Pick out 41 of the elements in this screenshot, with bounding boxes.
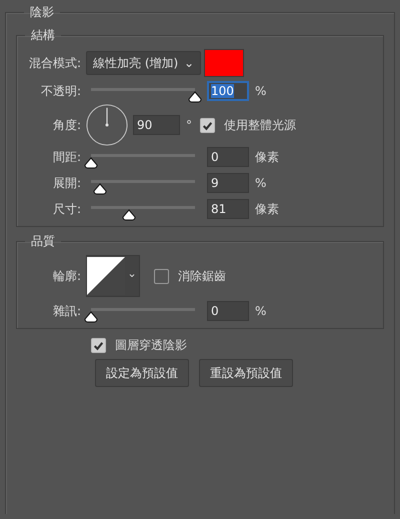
field-label: 輪廓: xyxy=(52,268,81,284)
checkbox-label: 圖層穿透陰影 xyxy=(115,336,187,354)
unit-label: % xyxy=(255,304,266,318)
group-title: 品質 xyxy=(30,233,56,250)
field-label: 不透明: xyxy=(40,82,81,100)
default-button[interactable]: 設定為預設值 xyxy=(95,359,189,387)
unit-label: ° xyxy=(186,118,192,132)
unit-label: % xyxy=(255,176,266,190)
contour-picker[interactable]: ⌄ xyxy=(86,255,140,297)
contour-curve-icon xyxy=(87,256,125,296)
checkbox[interactable] xyxy=(91,338,106,352)
slider-thumb[interactable] xyxy=(188,90,202,102)
checkbox-label: 使用整體光源 xyxy=(224,116,296,134)
group-title: 結構 xyxy=(30,27,56,44)
field-label: 展開: xyxy=(52,174,81,192)
section-title: 陰影 xyxy=(29,4,55,21)
field-label: 間距: xyxy=(52,148,81,166)
slider-thumb[interactable] xyxy=(84,310,98,322)
number-input[interactable]: 0 xyxy=(207,147,249,167)
unit-label: 像素 xyxy=(255,148,279,166)
checkbox[interactable] xyxy=(154,268,169,284)
angle-dial-icon[interactable] xyxy=(86,104,128,146)
opacity-input[interactable]: 100 xyxy=(207,81,249,101)
slider-thumb[interactable] xyxy=(93,182,108,194)
slider-thumb[interactable] xyxy=(84,156,98,168)
checkbox[interactable] xyxy=(200,118,215,132)
field-label: 角度: xyxy=(52,116,81,134)
blend-mode-dropdown[interactable]: 線性加亮 (增加) ⌄ xyxy=(86,51,202,75)
field-label: 雜訊: xyxy=(52,302,81,320)
unit-label: % xyxy=(255,84,266,98)
number-input[interactable]: 0 xyxy=(207,301,249,321)
color-swatch[interactable] xyxy=(204,49,244,77)
checkbox-label: 消除鋸齒 xyxy=(178,268,226,284)
default-button[interactable]: 重設為預設值 xyxy=(199,359,293,387)
number-input[interactable]: 9 xyxy=(207,173,249,193)
angle-input[interactable]: 90 xyxy=(133,115,180,135)
number-input[interactable]: 81 xyxy=(207,199,249,219)
field-label: 尺寸: xyxy=(52,200,81,218)
field-label: 混合模式: xyxy=(28,54,81,72)
unit-label: 像素 xyxy=(255,200,279,218)
slider-thumb[interactable] xyxy=(122,208,136,220)
